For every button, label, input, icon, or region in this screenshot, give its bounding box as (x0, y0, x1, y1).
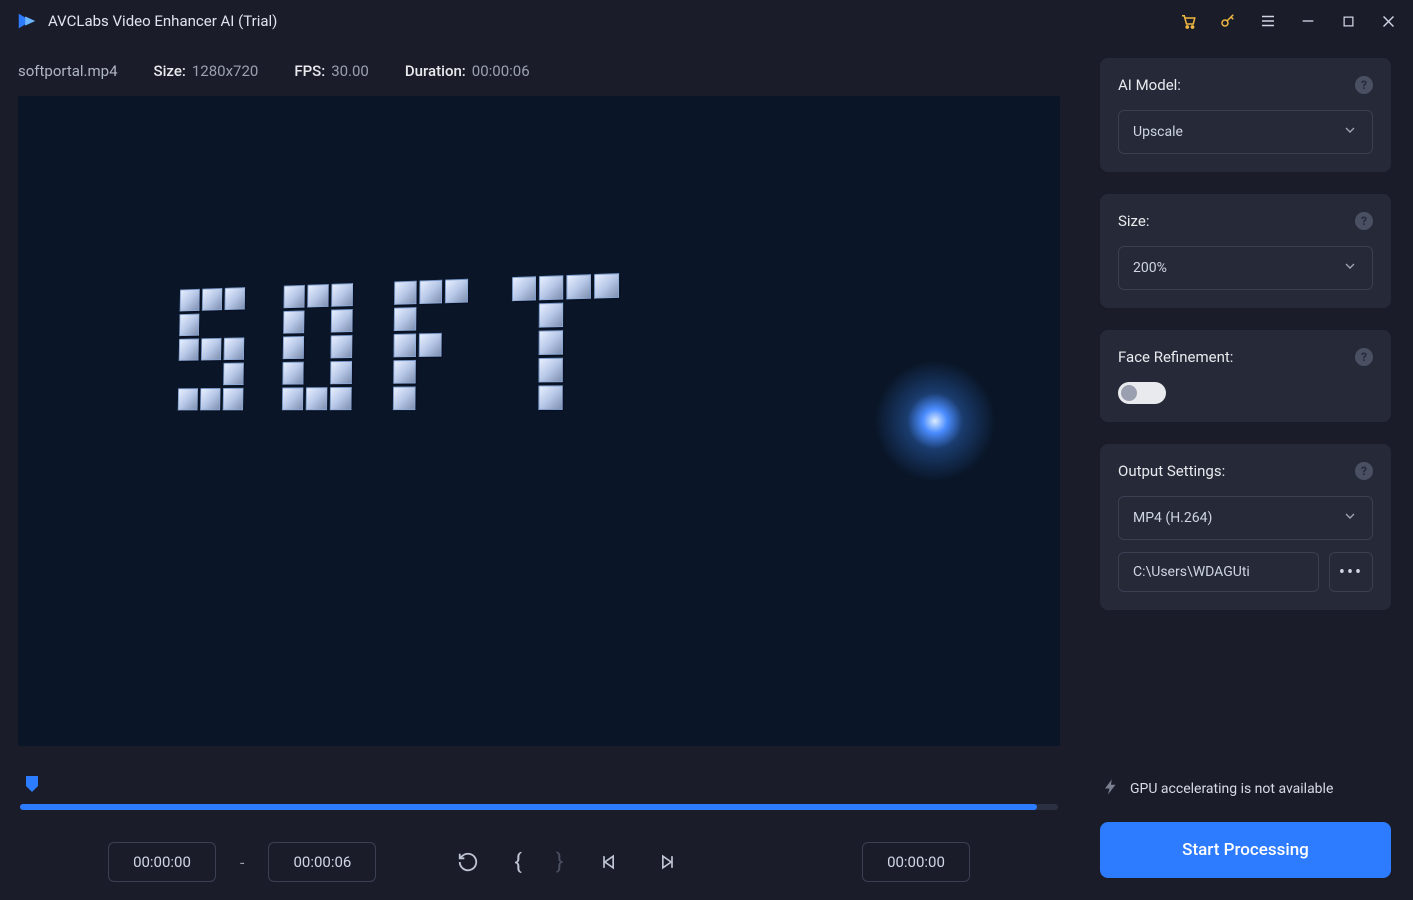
playback-controls: { } (456, 850, 679, 875)
titlebar-right (1179, 12, 1397, 30)
key-icon[interactable] (1219, 12, 1237, 30)
left-panel: softportal.mp4 Size:1280x720 FPS:30.00 D… (0, 42, 1078, 900)
output-format-value: MP4 (H.264) (1133, 510, 1212, 526)
close-icon[interactable] (1379, 12, 1397, 30)
progress-bar[interactable] (20, 804, 1058, 810)
chevron-down-icon (1342, 258, 1358, 278)
face-refinement-toggle[interactable] (1118, 382, 1166, 404)
prev-frame-icon[interactable] (597, 850, 621, 874)
app-logo-icon (16, 10, 38, 32)
playhead-icon[interactable] (24, 776, 40, 792)
ai-model-label: AI Model: (1118, 76, 1181, 94)
size-dropdown[interactable]: 200% (1118, 246, 1373, 290)
help-icon[interactable]: ? (1355, 76, 1373, 94)
file-info-bar: softportal.mp4 Size:1280x720 FPS:30.00 D… (18, 54, 1060, 96)
menu-icon[interactable] (1259, 12, 1277, 30)
timeline-track[interactable] (18, 776, 1060, 816)
output-path-box[interactable]: C:\Users\WDAGUti (1118, 552, 1319, 592)
help-icon[interactable]: ? (1355, 348, 1373, 366)
ai-model-card: AI Model: ? Upscale (1100, 58, 1391, 172)
titlebar: AVCLabs Video Enhancer AI (Trial) (0, 0, 1413, 42)
trim-in-button[interactable]: { (514, 850, 521, 875)
gpu-status-text: GPU accelerating is not available (1130, 781, 1333, 797)
browse-path-button[interactable]: ••• (1329, 552, 1373, 592)
size-value: 200% (1133, 260, 1167, 276)
trim-out-button[interactable]: } (556, 850, 563, 875)
minimize-icon[interactable] (1299, 12, 1317, 30)
video-preview[interactable] (18, 96, 1060, 746)
main-area: softportal.mp4 Size:1280x720 FPS:30.00 D… (0, 42, 1413, 900)
size-card: Size: ? 200% (1100, 194, 1391, 308)
time-dash: - (236, 853, 248, 872)
output-settings-card: Output Settings: ? MP4 (H.264) C:\Users\… (1100, 444, 1391, 610)
preview-content (175, 266, 810, 565)
trim-start-time[interactable]: 00:00:00 (108, 842, 216, 882)
replay-icon[interactable] (456, 850, 480, 874)
progress-fill (20, 804, 1037, 810)
help-icon[interactable]: ? (1355, 462, 1373, 480)
chevron-down-icon (1342, 122, 1358, 142)
file-name: softportal.mp4 (18, 62, 118, 80)
file-size: Size:1280x720 (154, 62, 259, 80)
face-refinement-card: Face Refinement: ? (1100, 330, 1391, 422)
file-fps: FPS:30.00 (294, 62, 369, 80)
file-duration: Duration:00:00:06 (405, 62, 530, 80)
right-panel: AI Model: ? Upscale Size: ? 200% Face Re… (1078, 42, 1413, 900)
timeline-area: 00:00:00 - 00:00:06 { } 00:00:0 (18, 746, 1060, 882)
output-settings-label: Output Settings: (1118, 462, 1225, 480)
next-frame-icon[interactable] (655, 850, 679, 874)
lightning-icon (1102, 778, 1120, 800)
chevron-down-icon (1342, 508, 1358, 528)
gpu-status-row: GPU accelerating is not available (1100, 774, 1391, 800)
current-time[interactable]: 00:00:00 (862, 842, 970, 882)
ai-model-dropdown[interactable]: Upscale (1118, 110, 1373, 154)
size-label: Size: (1118, 212, 1149, 230)
face-refinement-label: Face Refinement: (1118, 348, 1233, 366)
cart-icon[interactable] (1179, 12, 1197, 30)
maximize-icon[interactable] (1339, 12, 1357, 30)
app-title: AVCLabs Video Enhancer AI (Trial) (48, 12, 277, 30)
controls-row: 00:00:00 - 00:00:06 { } 00:00:0 (18, 816, 1060, 882)
ai-model-value: Upscale (1133, 124, 1183, 140)
help-icon[interactable]: ? (1355, 212, 1373, 230)
titlebar-left: AVCLabs Video Enhancer AI (Trial) (16, 10, 277, 32)
trim-end-time[interactable]: 00:00:06 (268, 842, 376, 882)
start-processing-button[interactable]: Start Processing (1100, 822, 1391, 878)
output-format-dropdown[interactable]: MP4 (H.264) (1118, 496, 1373, 540)
